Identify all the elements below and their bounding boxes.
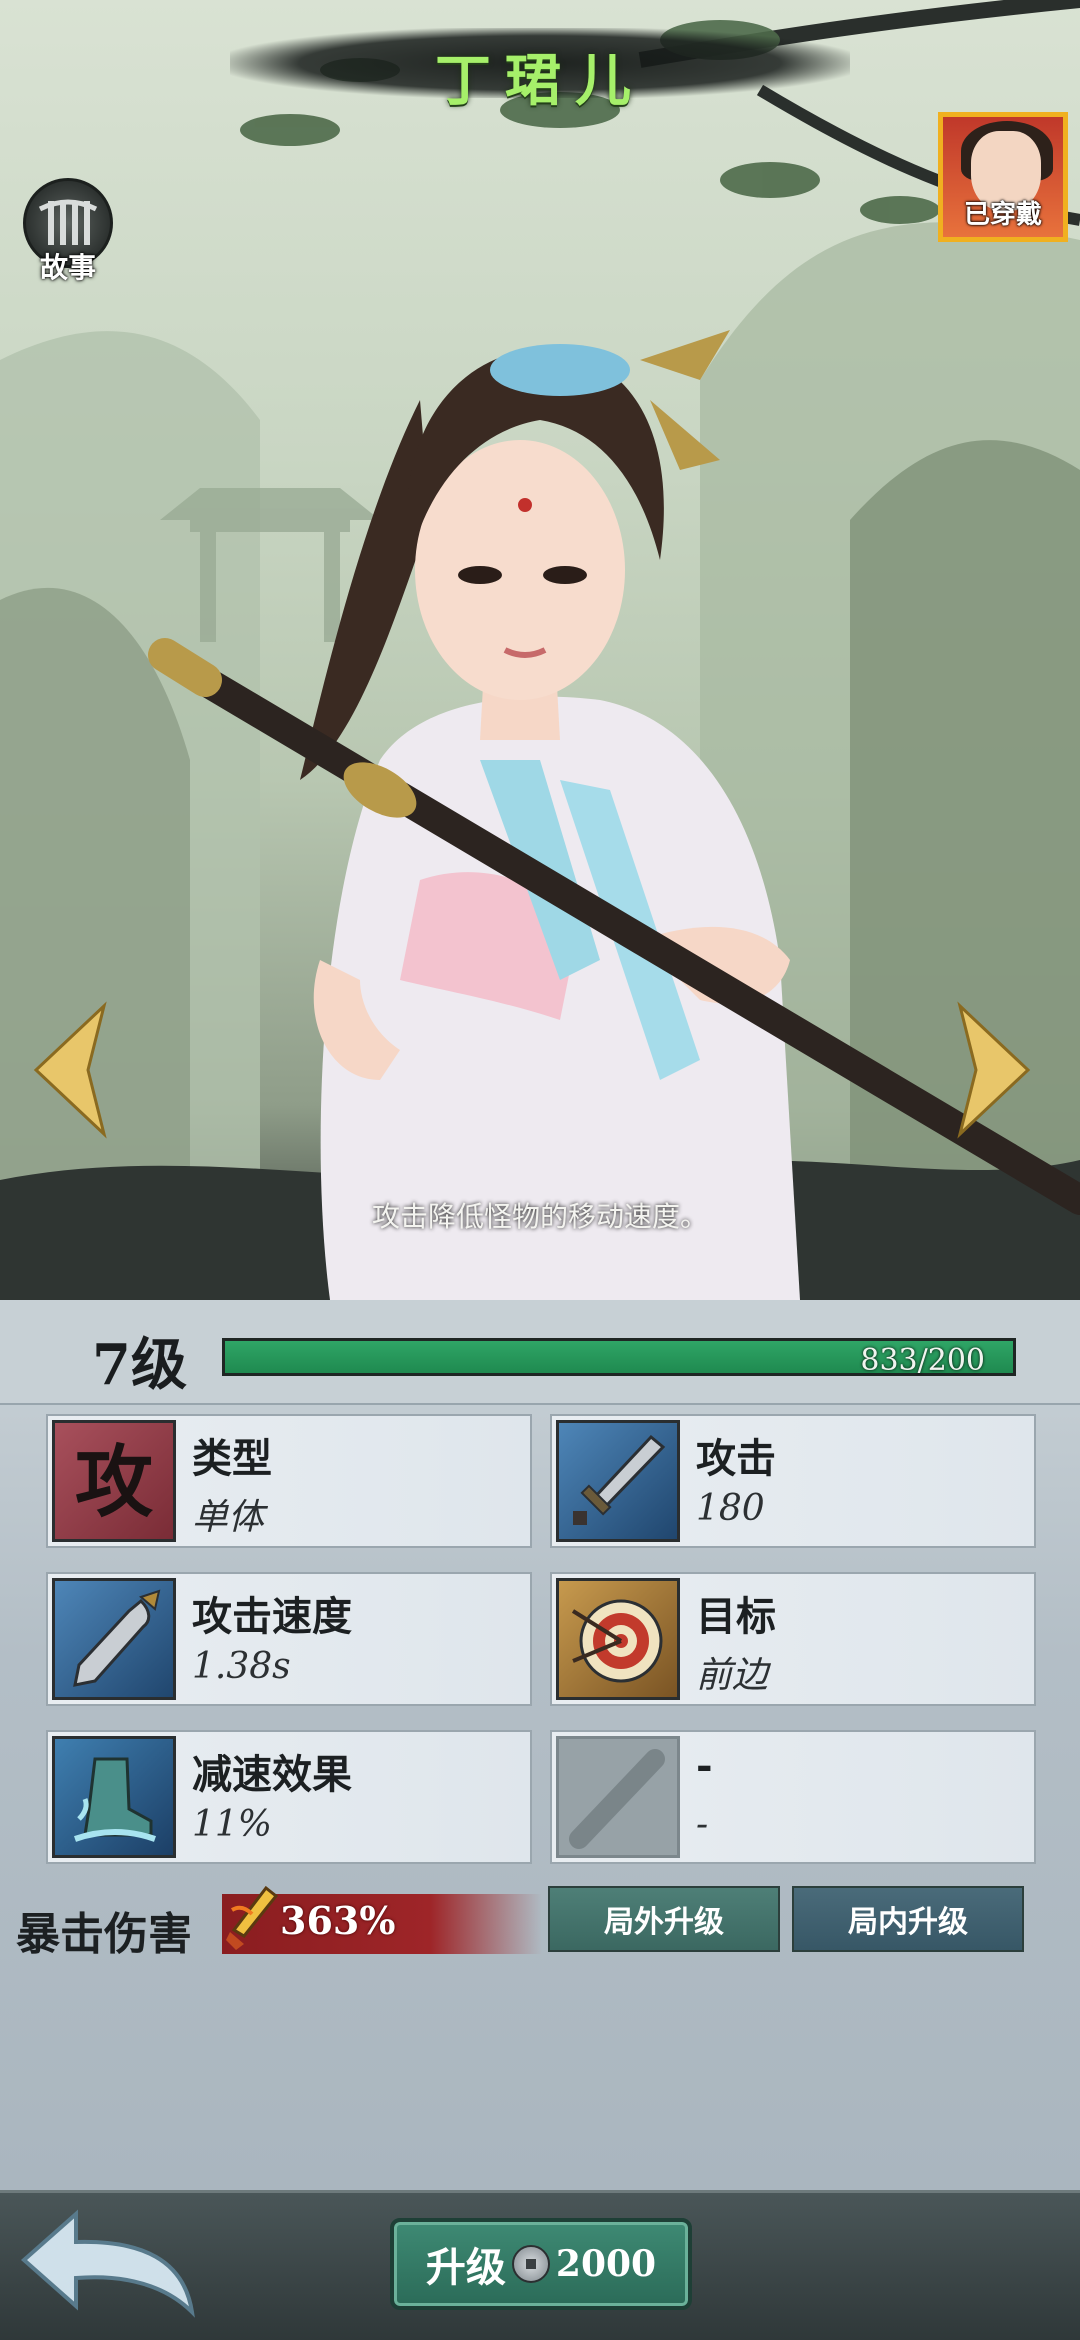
inner-upgrade-button[interactable]: 局内升级 <box>792 1886 1024 1952</box>
target-icon <box>556 1578 680 1700</box>
xp-progress-text: 833/200 <box>860 1343 985 1378</box>
upgrade-cost: 2000 <box>555 2243 657 2285</box>
equipped-skin-thumbnail[interactable]: 已穿戴 <box>938 112 1068 242</box>
upgrade-button[interactable]: 升级 2000 <box>390 2218 692 2310</box>
stat-card-target: 目标 前边 <box>550 1572 1036 1706</box>
stat-card-slow-effect: 减速效果 11% <box>46 1730 532 1864</box>
svg-text:攻: 攻 <box>75 1437 154 1528</box>
xp-progress-bar: 833/200 <box>222 1338 1016 1378</box>
stat-title: 攻击速度 <box>192 1593 352 1640</box>
previous-hero-arrow[interactable] <box>24 1000 114 1140</box>
stat-title: 类型 <box>192 1435 272 1482</box>
stat-card-attack: 攻击 180 <box>550 1414 1036 1548</box>
stat-card-type: 攻 类型 单体 <box>46 1414 532 1548</box>
stat-card-attack-speed: 攻击速度 1.38s <box>46 1572 532 1706</box>
sword-icon <box>556 1420 680 1542</box>
hero-description: 攻击降低怪物的移动速度。 <box>371 1200 708 1233</box>
outer-upgrade-button[interactable]: 局外升级 <box>548 1886 780 1952</box>
stat-value: 180 <box>696 1488 765 1529</box>
attack-glyph-icon: 攻 <box>52 1420 176 1542</box>
stat-value: 11% <box>192 1804 273 1845</box>
back-arrow-icon <box>20 2209 195 2318</box>
crit-sword-icon <box>222 1884 282 1954</box>
equipped-label: 已穿戴 <box>963 200 1042 230</box>
dagger-icon <box>52 1578 176 1700</box>
stat-title: - <box>696 1742 713 1789</box>
coin-icon <box>511 2245 550 2283</box>
stat-title: 攻击 <box>696 1435 776 1482</box>
story-label: 故事 <box>39 251 96 284</box>
chevron-right-icon <box>957 1001 1031 1139</box>
story-button[interactable]: 故事 <box>18 178 118 298</box>
chevron-left-icon <box>33 1001 107 1139</box>
back-button[interactable] <box>16 2200 206 2320</box>
hero-level: 7级 <box>92 1332 187 1398</box>
slow-boot-icon <box>52 1736 176 1858</box>
crit-damage-label: 暴击伤害 <box>16 1909 192 1960</box>
stat-value: 1.38s <box>192 1646 291 1687</box>
next-hero-arrow[interactable] <box>950 1000 1040 1140</box>
stat-title: 减速效果 <box>192 1751 352 1798</box>
crit-damage-value: 363% <box>280 1898 396 1943</box>
hero-showcase: 丁珺儿 故事 已穿戴 攻击降低怪物的移动速度。 <box>0 0 1080 1300</box>
upgrade-label: 升级 <box>425 2244 506 2291</box>
stat-value: 单体 <box>192 1497 265 1538</box>
stat-value: 前边 <box>696 1655 769 1696</box>
empty-slot-icon <box>556 1736 680 1858</box>
hero-name: 丁珺儿 <box>435 48 645 114</box>
stat-card-empty: - - <box>550 1730 1036 1864</box>
hero-name-banner: 丁珺儿 <box>230 18 850 114</box>
stat-title: 目标 <box>696 1593 776 1640</box>
stat-value: - <box>696 1804 709 1845</box>
hero-background-art <box>0 0 1080 1300</box>
level-row: 7级 833/200 <box>0 1300 1080 1405</box>
